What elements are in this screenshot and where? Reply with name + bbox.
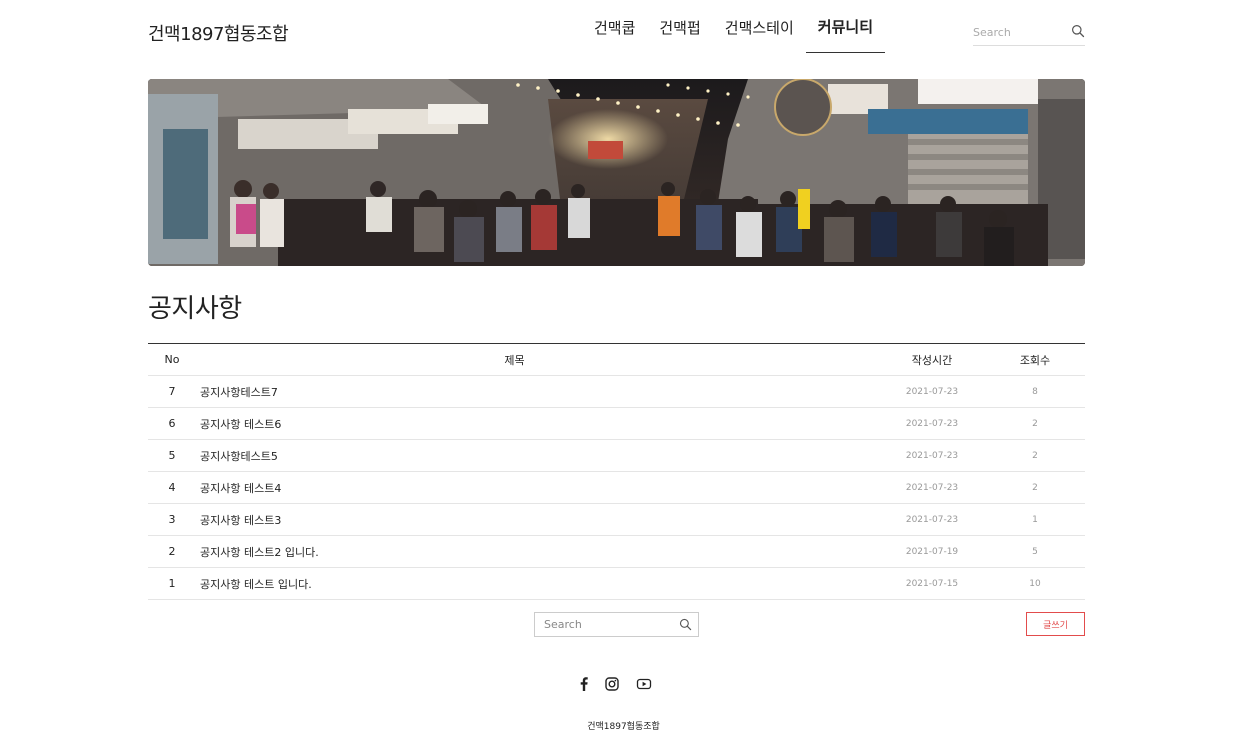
row-no: 6 [168, 417, 176, 430]
row-no: 5 [168, 449, 176, 462]
row-no: 1 [168, 577, 176, 590]
header-date: 작성시간 [911, 353, 953, 367]
table-row[interactable]: 3 공지사항 테스트3 2021-07-23 1 [148, 504, 1085, 536]
nav-item-community[interactable]: 커뮤니티 [805, 0, 885, 53]
header-search-input[interactable] [973, 21, 1085, 44]
row-title-link[interactable]: 공지사항 테스트 입니다. [196, 576, 879, 592]
notice-board-table: No 제목 작성시간 조회수 7 공지사항테스트7 2021-07-23 8 6… [148, 343, 1085, 600]
nav-item-coop[interactable]: 건맥쿱 [582, 0, 647, 54]
instagram-icon[interactable] [604, 676, 620, 692]
search-icon[interactable] [1071, 24, 1085, 38]
row-no: 3 [168, 513, 176, 526]
row-views: 2 [1032, 418, 1038, 429]
row-title-link[interactable]: 공지사항 테스트4 [196, 480, 879, 496]
row-views: 1 [1032, 514, 1038, 525]
board-search [534, 612, 699, 637]
row-date: 2021-07-23 [905, 386, 959, 397]
row-date: 2021-07-23 [905, 450, 959, 461]
search-icon[interactable] [679, 618, 692, 631]
row-title-link[interactable]: 공지사항 테스트2 입니다. [196, 544, 879, 560]
row-title-link[interactable]: 공지사항 테스트3 [196, 512, 879, 528]
table-header-row: No 제목 작성시간 조회수 [148, 344, 1085, 376]
nav-item-pub[interactable]: 건맥펍 [647, 0, 712, 54]
table-row[interactable]: 2 공지사항 테스트2 입니다. 2021-07-19 5 [148, 536, 1085, 568]
social-links [576, 676, 656, 694]
header-views: 조회수 [1019, 353, 1051, 367]
row-views: 2 [1032, 450, 1038, 461]
row-date: 2021-07-23 [905, 418, 959, 429]
table-row[interactable]: 6 공지사항 테스트6 2021-07-23 2 [148, 408, 1085, 440]
banner-image [148, 79, 1085, 266]
row-title-link[interactable]: 공지사항테스트7 [196, 384, 879, 400]
footer-company-name: 건맥1897협동조합 [587, 722, 660, 732]
write-post-button[interactable]: 글쓰기 [1026, 612, 1085, 636]
main-nav: 건맥쿱 건맥펍 건맥스테이 커뮤니티 [582, 0, 885, 54]
row-views: 10 [1029, 578, 1041, 589]
row-date: 2021-07-23 [905, 514, 959, 525]
header-search [973, 21, 1085, 46]
row-views: 8 [1032, 386, 1038, 397]
header-no: No [164, 353, 180, 366]
row-views: 2 [1032, 482, 1038, 493]
row-no: 7 [168, 385, 176, 398]
table-row[interactable]: 7 공지사항테스트7 2021-07-23 8 [148, 376, 1085, 408]
table-row[interactable]: 1 공지사항 테스트 입니다. 2021-07-15 10 [148, 568, 1085, 600]
board-search-input[interactable] [535, 613, 698, 636]
youtube-icon[interactable] [636, 676, 652, 692]
row-title-link[interactable]: 공지사항 테스트6 [196, 416, 879, 432]
row-no: 2 [168, 545, 176, 558]
row-date: 2021-07-19 [905, 546, 959, 557]
page-title: 공지사항 [148, 294, 242, 324]
row-date: 2021-07-15 [905, 578, 959, 589]
nav-item-stay[interactable]: 건맥스테이 [713, 0, 806, 54]
site-header: 건맥1897협동조합 건맥쿱 건맥펍 건맥스테이 커뮤니티 [148, 0, 1085, 60]
facebook-icon[interactable] [576, 676, 592, 692]
table-row[interactable]: 5 공지사항테스트5 2021-07-23 2 [148, 440, 1085, 472]
row-title-link[interactable]: 공지사항테스트5 [196, 448, 879, 464]
row-no: 4 [168, 481, 176, 494]
site-logo[interactable]: 건맥1897협동조합 [148, 20, 289, 46]
table-row[interactable]: 4 공지사항 테스트4 2021-07-23 2 [148, 472, 1085, 504]
row-date: 2021-07-23 [905, 482, 959, 493]
header-title: 제목 [504, 353, 525, 367]
row-views: 5 [1032, 546, 1038, 557]
